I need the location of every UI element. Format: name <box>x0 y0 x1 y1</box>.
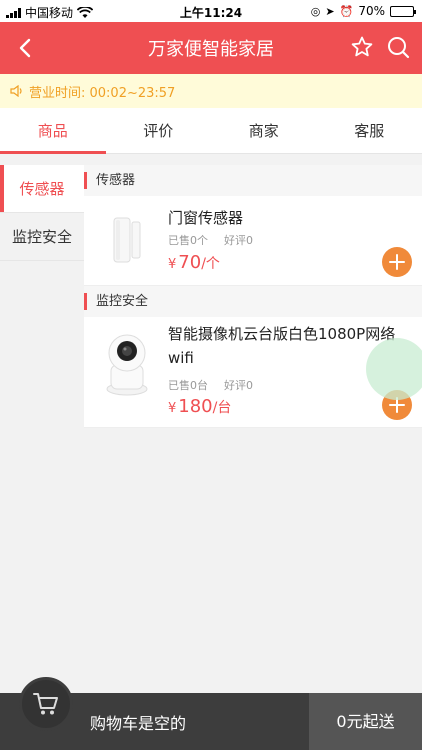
currency-symbol: ¥ <box>168 401 177 416</box>
category-sensors[interactable]: 传感器 <box>0 165 84 213</box>
product-card[interactable]: 门窗传感器 已售0个 好评0 ¥70/个 <box>84 196 422 286</box>
battery-percent: 70% <box>358 4 385 18</box>
tab-products[interactable]: 商品 <box>0 108 106 154</box>
status-bar: 中国移动 上午11:24 ◎ ➤ ⏰ 70% <box>0 0 422 22</box>
product-stats: 已售0台 好评0 <box>168 377 253 393</box>
checkout-button[interactable]: 0元起送 <box>309 693 422 750</box>
shopping-cart-icon <box>33 693 58 715</box>
location-icon: ➤ <box>325 4 335 18</box>
review-count: 好评0 <box>224 234 253 247</box>
product-stats: 已售0个 好评0 <box>168 232 253 248</box>
business-hours-banner: 营业时间: 00:02~23:57 <box>0 74 422 108</box>
battery-icon <box>390 5 416 17</box>
floating-assist-bubble[interactable] <box>366 338 422 400</box>
business-hours-text: 营业时间: 00:02~23:57 <box>29 85 176 101</box>
product-list: 传感器 门窗传感器 已售0个 好评0 ¥70/个 监控安全 智能摄像机云台版白色… <box>84 165 422 428</box>
search-icon[interactable] <box>386 35 410 59</box>
star-icon[interactable] <box>350 35 374 59</box>
product-name: 门窗传感器 <box>168 209 244 227</box>
speaker-icon <box>10 85 22 97</box>
price-value: 70 <box>178 252 202 273</box>
sold-count: 已售0台 <box>168 379 208 392</box>
price-unit: /个 <box>201 256 220 272</box>
tab-bar: 商品 评价 商家 客服 <box>0 108 422 154</box>
cart-empty-text: 购物车是空的 <box>90 714 187 733</box>
nav-bar: 万家便智能家居 <box>0 22 422 74</box>
tab-customer-service[interactable]: 客服 <box>317 108 422 153</box>
cart-bar: 购物车是空的 0元起送 <box>0 677 422 750</box>
product-price: ¥180/台 <box>168 396 231 417</box>
camera-image <box>106 334 148 396</box>
review-count: 好评0 <box>224 379 253 392</box>
currency-symbol: ¥ <box>168 257 177 272</box>
door-sensor-image <box>113 217 141 263</box>
category-sidebar: 传感器 监控安全 <box>0 165 84 261</box>
price-value: 180 <box>178 396 213 417</box>
section-header-sensors: 传感器 <box>84 165 422 196</box>
plus-icon <box>389 254 405 270</box>
tab-merchant[interactable]: 商家 <box>211 108 317 153</box>
cart-button[interactable] <box>19 677 73 731</box>
tab-reviews[interactable]: 评价 <box>106 108 212 153</box>
category-security[interactable]: 监控安全 <box>0 213 84 261</box>
price-unit: /台 <box>212 400 232 416</box>
section-header-security: 监控安全 <box>84 286 422 317</box>
product-price: ¥70/个 <box>168 252 220 273</box>
add-to-cart-button[interactable] <box>382 247 412 277</box>
alarm-icon: ⏰ <box>339 4 354 18</box>
sold-count: 已售0个 <box>168 234 208 247</box>
orientation-lock-icon: ◎ <box>310 4 321 18</box>
